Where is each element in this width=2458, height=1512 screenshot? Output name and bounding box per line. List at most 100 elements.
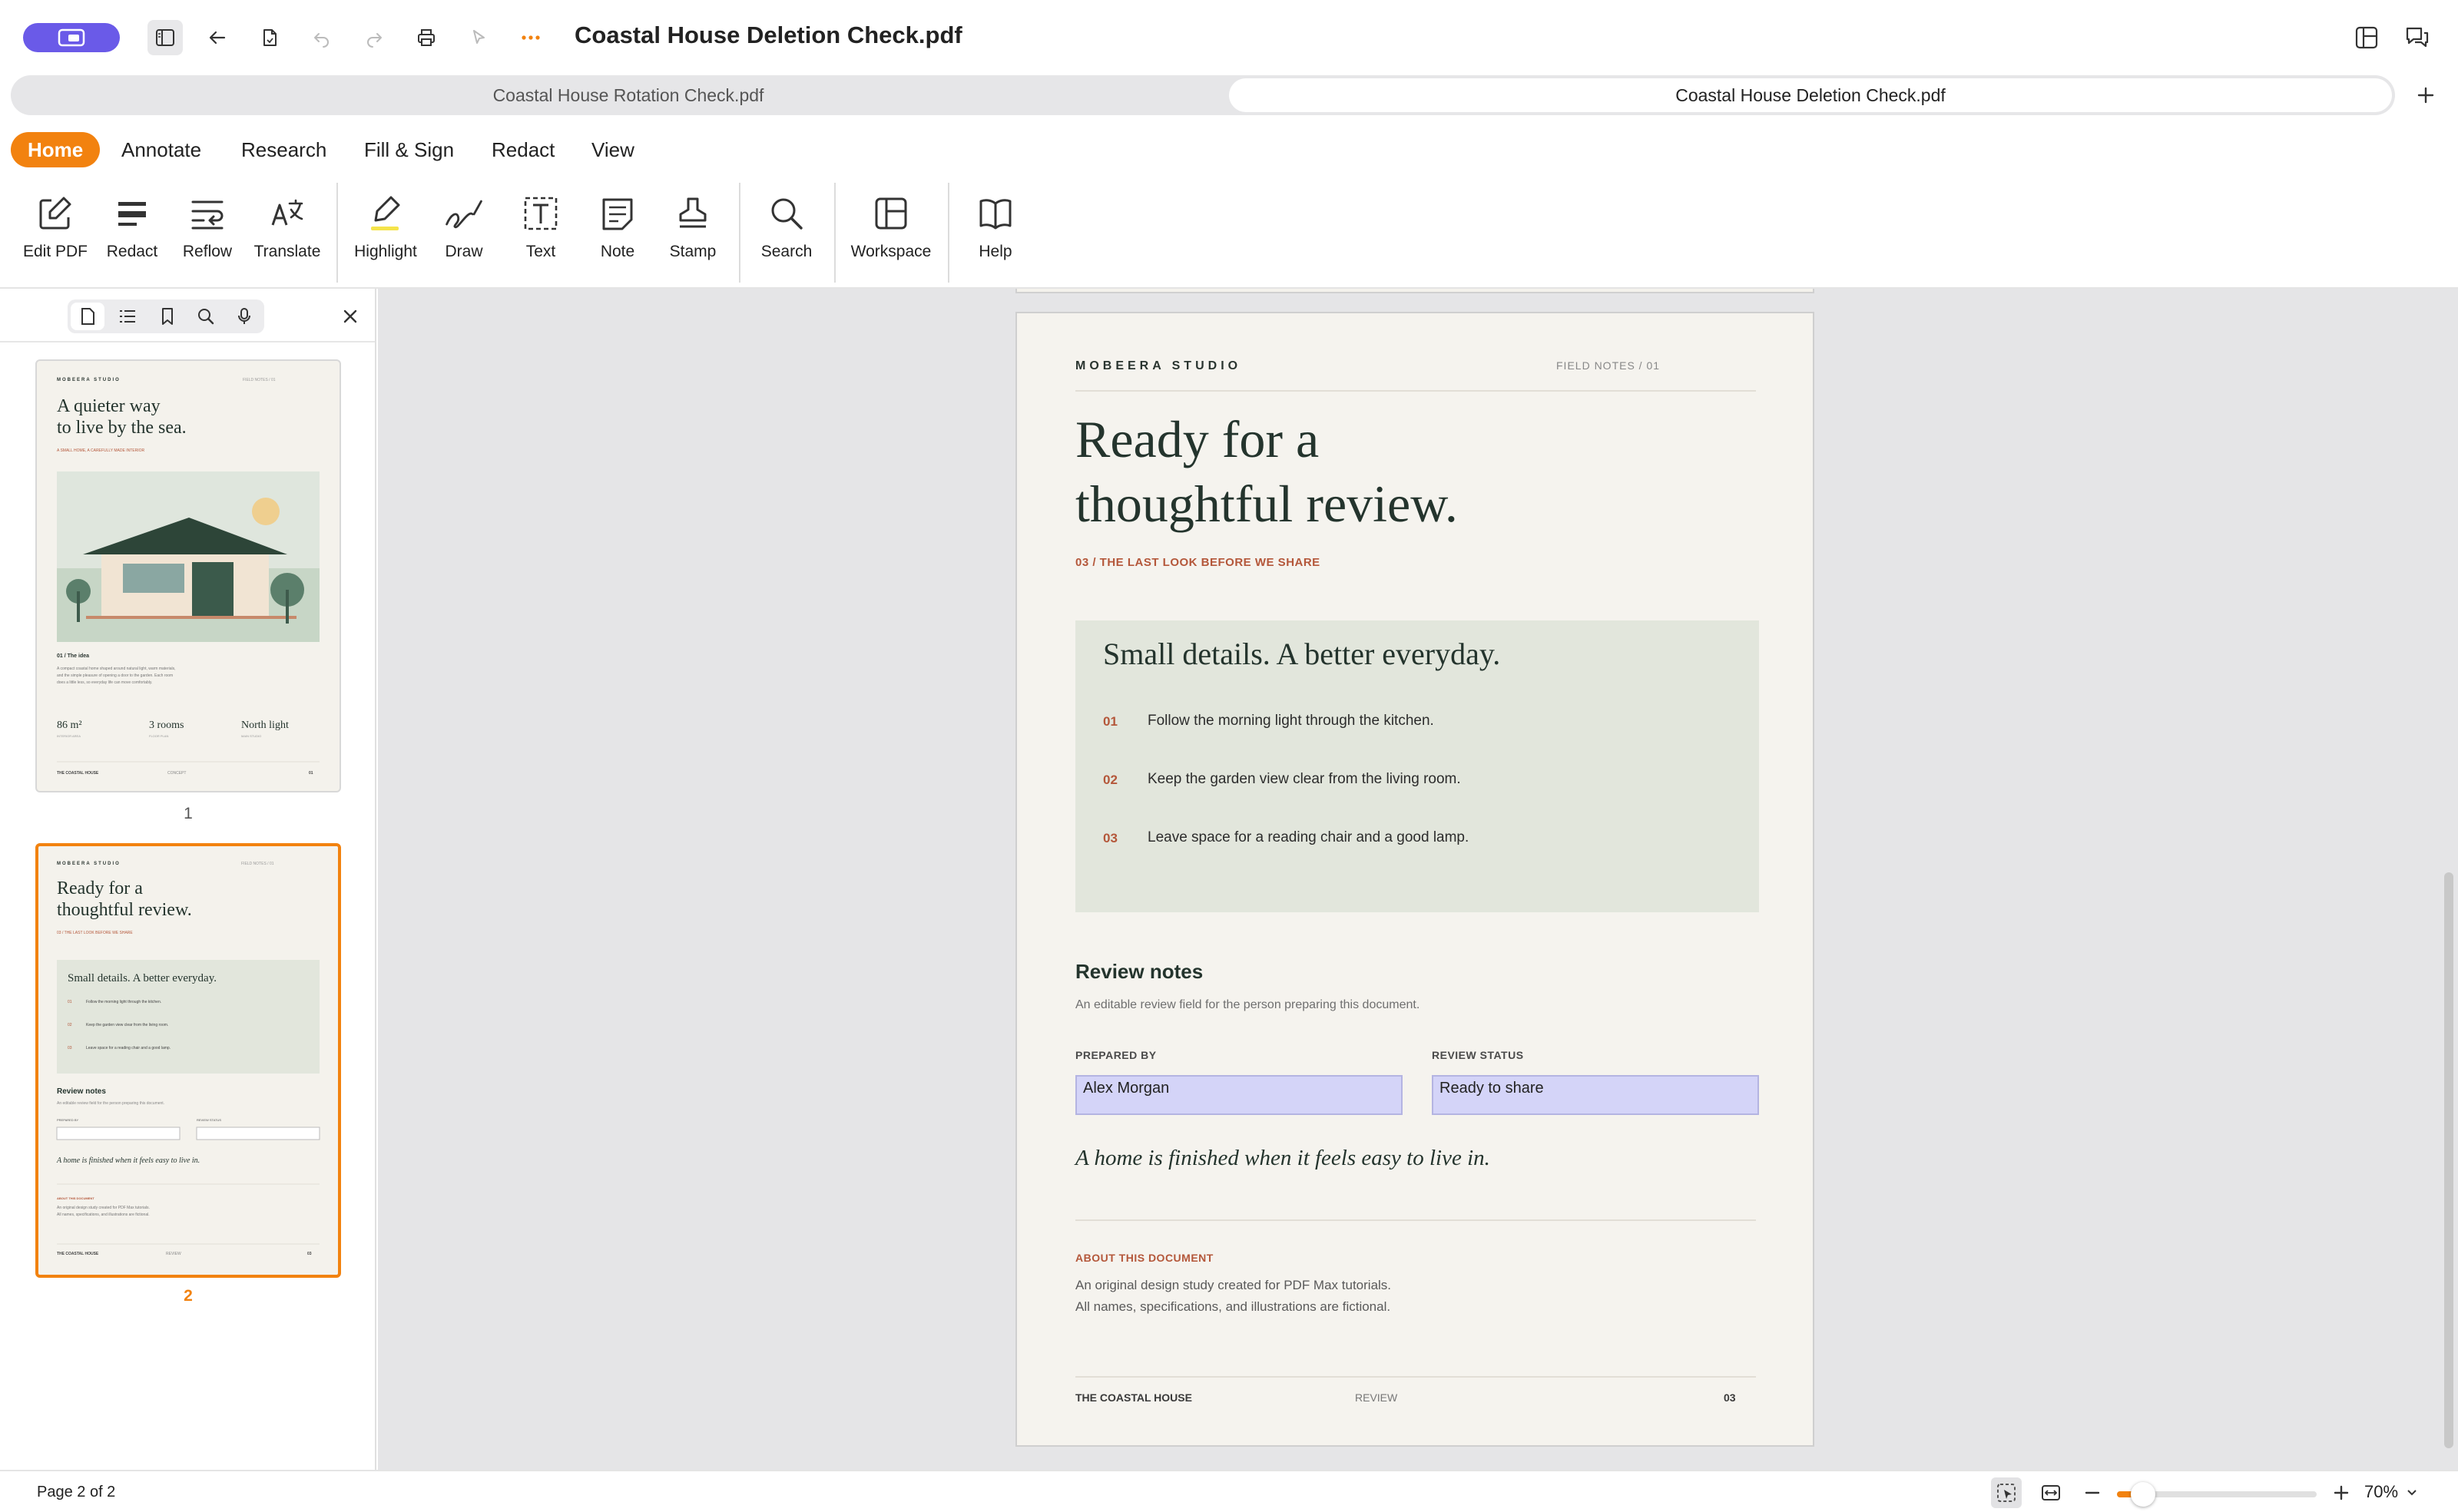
search-icon — [771, 198, 803, 230]
tab-bookmarks[interactable] — [151, 303, 184, 330]
select-button[interactable] — [461, 20, 496, 55]
thumb2-title-line2: thoughtful review. — [57, 900, 192, 920]
review-status-label: REVIEW STATUS — [1432, 1049, 1524, 1061]
house-deck — [86, 616, 296, 619]
close-sidebar-button[interactable] — [335, 301, 366, 332]
save-button[interactable] — [252, 20, 287, 55]
thumbnail-page-2[interactable]: MOBEERA STUDIO FIELD NOTES / 01 Ready fo… — [35, 843, 341, 1278]
draw-label: Draw — [445, 243, 483, 260]
sidebar-toggle-button[interactable] — [147, 20, 183, 55]
title-bar: Coastal House Deletion Check.pdf — [0, 0, 2458, 74]
translate-label: Translate — [253, 243, 321, 260]
page-divider — [1075, 1219, 1756, 1221]
arrow-left-icon — [209, 31, 226, 45]
tab-search[interactable] — [189, 303, 223, 330]
zoom-slider[interactable] — [2117, 1482, 2317, 1507]
document-canvas[interactable]: MOBEERA STUDIO FIELD NOTES / 01 Ready fo… — [378, 289, 2458, 1470]
close-icon — [343, 309, 357, 323]
prepared-by-label: PREPARED BY — [1075, 1049, 1157, 1061]
chat-button[interactable] — [2400, 20, 2435, 55]
review-status-field[interactable]: Ready to share — [1432, 1075, 1759, 1115]
sidebar-header — [0, 289, 375, 342]
thumb2-field-status — [196, 1127, 320, 1140]
translate-button[interactable]: Translate — [241, 177, 333, 269]
svg-text:03: 03 — [68, 1046, 72, 1050]
thumb2-about-2: All names, specifications, and illustrat… — [57, 1213, 150, 1217]
help-button[interactable]: Help — [949, 177, 1042, 269]
thumb1-body-3: does a little less, so everyday life can… — [57, 680, 152, 685]
page-title-line2: thoughtful review. — [1075, 475, 1458, 533]
chevron-down-icon — [2407, 1490, 2417, 1496]
menu-redact[interactable]: Redact — [475, 132, 571, 167]
tab-voice[interactable] — [227, 303, 261, 330]
thumb2-label-status: REVIEW STATUS — [197, 1118, 221, 1122]
menu-fill-sign[interactable]: Fill & Sign — [347, 132, 471, 167]
thumbnail-page-1[interactable]: MOBEERA STUDIO FIELD NOTES / 01 A quiete… — [35, 359, 341, 792]
tab-outline[interactable] — [111, 303, 144, 330]
thumb2-field-prepared — [56, 1127, 181, 1140]
menu-home[interactable]: Home — [11, 132, 101, 167]
page-field-notes: FIELD NOTES / 01 — [1556, 359, 1661, 372]
toolbar-divider — [834, 183, 836, 283]
about-label: ABOUT THIS DOCUMENT — [1075, 1252, 1214, 1264]
menu-annotate[interactable]: Annotate — [104, 132, 218, 167]
thumb1-stat1-label: INTERIOR AREA — [57, 734, 81, 738]
thumb2-box-title: Small details. A better everyday. — [68, 972, 217, 984]
zoom-level-dropdown[interactable]: 70% — [2364, 1482, 2418, 1502]
tab-deletion-check[interactable]: Coastal House Deletion Check.pdf — [1229, 78, 2392, 112]
tab-thumbnails[interactable] — [71, 303, 104, 330]
text-box-icon — [524, 197, 558, 230]
more-button[interactable] — [513, 20, 548, 55]
thumb1-stat3-value: North light — [241, 720, 289, 731]
bookmark-icon — [162, 308, 173, 325]
vertical-scrollbar[interactable] — [2444, 872, 2453, 1448]
translate-icon — [271, 199, 303, 226]
previous-page-edge — [1015, 289, 1814, 293]
review-notes-subtitle: An editable review field for the person … — [1075, 998, 1420, 1011]
pdf-page-2[interactable]: MOBEERA STUDIO FIELD NOTES / 01 Ready fo… — [1015, 312, 1814, 1447]
menu-view[interactable]: View — [575, 132, 651, 167]
search-button[interactable]: Search — [740, 177, 833, 269]
thumb1-brand: MOBEERA STUDIO — [57, 378, 121, 382]
cursor-select-icon — [1997, 1484, 2016, 1502]
thumb1-section: 01 / The idea — [57, 653, 89, 659]
thumb1-stat2-value: 3 rooms — [149, 720, 184, 731]
thumb1-notes: FIELD NOTES / 01 — [243, 378, 276, 382]
redact-icon — [118, 202, 146, 226]
app-menu-button[interactable] — [23, 23, 120, 52]
select-tool-button[interactable] — [1991, 1477, 2022, 1508]
svg-text:01: 01 — [68, 1000, 72, 1004]
redo-icon — [367, 33, 382, 48]
new-tab-button[interactable] — [2409, 78, 2443, 112]
page-footer-mid: REVIEW — [1355, 1391, 1398, 1404]
zoom-out-button[interactable] — [2077, 1477, 2108, 1508]
stamp-icon — [679, 197, 707, 228]
redo-button[interactable] — [356, 20, 392, 55]
status-bar: Page 2 of 2 70% — [0, 1470, 2458, 1512]
reflow-button[interactable]: Reflow — [161, 177, 253, 269]
undo-button[interactable] — [304, 20, 340, 55]
menu-research[interactable]: Research — [224, 132, 343, 167]
prepared-by-field[interactable]: Alex Morgan — [1075, 1075, 1403, 1115]
window-title: Coastal House Deletion Check.pdf — [575, 22, 962, 48]
fit-width-button[interactable] — [2036, 1477, 2066, 1508]
print-button[interactable] — [409, 20, 444, 55]
stamp-button[interactable]: Stamp — [647, 177, 739, 269]
zoom-in-button[interactable] — [2326, 1477, 2357, 1508]
thumb1-stat2-label: FLOOR PLAN — [149, 734, 168, 738]
back-button[interactable] — [200, 20, 235, 55]
workspace-button[interactable]: Workspace — [845, 177, 937, 269]
sidebar-icon — [156, 29, 174, 46]
tab-rotation-check[interactable]: Coastal House Rotation Check.pdf — [14, 78, 1243, 112]
thumbnail-number-2: 2 — [184, 1287, 193, 1305]
thumb1-body-1: A compact coastal home shaped around nat… — [57, 667, 176, 671]
zoom-slider-handle[interactable] — [2131, 1482, 2155, 1507]
menu-bar: Home Annotate Research Fill & Sign Redac… — [0, 129, 2458, 170]
page-1-preview: MOBEERA STUDIO FIELD NOTES / 01 A quiete… — [57, 378, 320, 776]
thumb1-body-2: and the simple pleasure of opening a doo… — [57, 673, 173, 678]
thumb1-footer-left: THE COASTAL HOUSE — [57, 771, 99, 776]
workspace-label: Workspace — [850, 243, 932, 260]
microphone-icon — [238, 308, 250, 324]
thumb1-stat1-value: 86 m² — [57, 720, 82, 731]
layout-button[interactable] — [2349, 20, 2384, 55]
